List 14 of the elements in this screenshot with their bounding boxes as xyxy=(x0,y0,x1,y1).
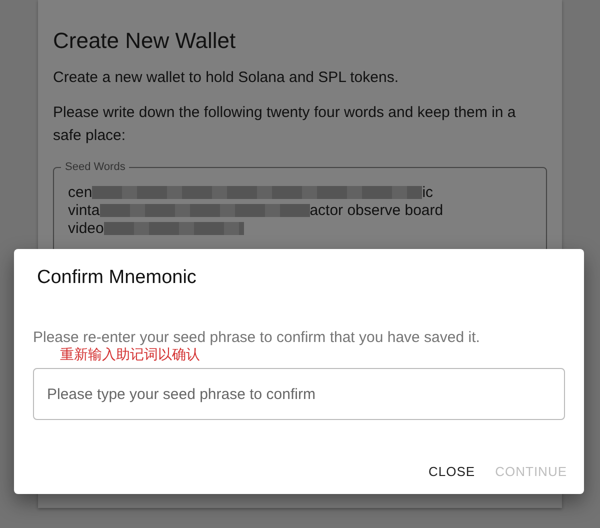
annotation-text: 重新输入助记词以确认 xyxy=(60,346,201,364)
seed-word-text: ic xyxy=(422,184,434,200)
input-field[interactable]: Please type your seed phrase to confirm xyxy=(33,368,565,420)
seed-word-text: video xyxy=(68,220,104,236)
seed-word-text: vinta xyxy=(68,202,100,218)
description-text: Create a new wallet to hold Solana and SPL tokens. xyxy=(53,68,400,88)
dialog-description: Please re-enter your seed phrase to confirm that you have saved it. xyxy=(33,329,481,346)
seed-words-field[interactable]: Seed Words cen ic vinta actor observe board video xyxy=(53,159,547,267)
seed-word-text: actor observe board xyxy=(310,202,444,218)
seed-word-text: cen xyxy=(68,184,92,200)
close-button[interactable]: CLOSE xyxy=(420,458,484,485)
instruction-text: Please write down the following twenty four words and keep them in a safe place: xyxy=(53,103,517,146)
dialog-title: Confirm Mnemonic xyxy=(37,267,198,289)
page-title: Create New Wallet xyxy=(53,28,237,54)
